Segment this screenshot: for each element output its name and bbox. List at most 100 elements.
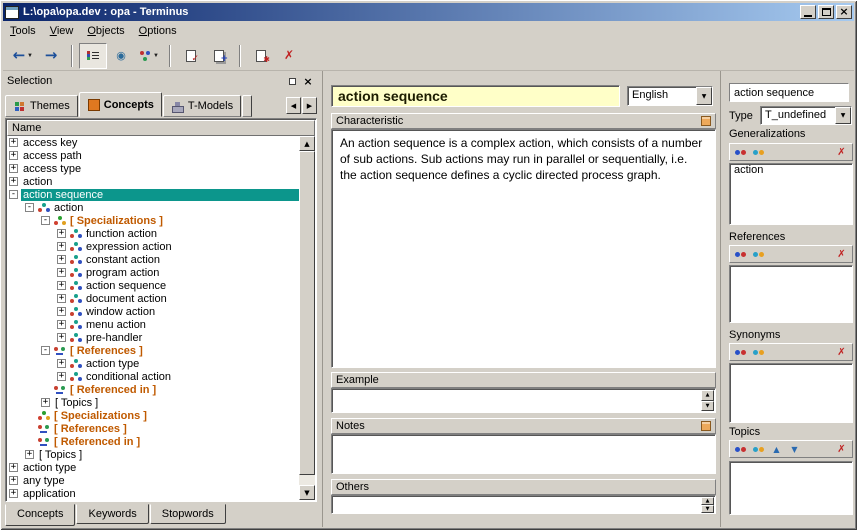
chevron-down-icon[interactable] bbox=[152, 53, 160, 59]
scroll-down-icon[interactable] bbox=[701, 401, 714, 412]
expand-plus-icon[interactable]: + bbox=[9, 164, 18, 173]
expand-minus-icon[interactable]: - bbox=[9, 190, 18, 199]
bottom-tab-stopwords[interactable]: Stopwords bbox=[150, 504, 226, 524]
tree-row[interactable]: +window action bbox=[7, 305, 299, 318]
tree-row[interactable]: -action bbox=[7, 201, 299, 214]
close-panel-icon[interactable] bbox=[301, 75, 315, 88]
expand-plus-icon[interactable]: + bbox=[57, 333, 66, 342]
chevron-down-icon[interactable] bbox=[696, 87, 712, 105]
note-icon[interactable] bbox=[701, 116, 711, 126]
tree-row[interactable]: [ Referenced in ] bbox=[7, 435, 299, 448]
expand-plus-icon[interactable]: + bbox=[57, 281, 66, 290]
expand-plus-icon[interactable]: + bbox=[9, 489, 18, 498]
tree-row[interactable]: +document action bbox=[7, 292, 299, 305]
delete-button[interactable] bbox=[833, 145, 850, 159]
tab-t-models[interactable]: T-Models bbox=[163, 95, 241, 117]
new-button[interactable] bbox=[750, 442, 767, 456]
tree-row[interactable]: +action type bbox=[7, 461, 299, 474]
expand-plus-icon[interactable]: + bbox=[25, 450, 34, 459]
bottom-tab-concepts[interactable]: Concepts bbox=[5, 504, 75, 526]
detail-section-list[interactable] bbox=[729, 265, 853, 323]
maximize-button[interactable] bbox=[818, 5, 834, 19]
section-text[interactable] bbox=[331, 388, 716, 413]
delete-button[interactable] bbox=[833, 247, 850, 261]
section-text[interactable] bbox=[331, 495, 716, 514]
concept-net-button[interactable] bbox=[107, 43, 135, 69]
tab-concepts[interactable]: Concepts bbox=[79, 92, 162, 117]
delete-button[interactable] bbox=[833, 442, 850, 456]
expand-plus-icon[interactable]: + bbox=[57, 372, 66, 381]
tree-column-header[interactable]: Name bbox=[7, 120, 315, 136]
type-select[interactable]: T_undefined bbox=[760, 106, 852, 125]
expand-plus-icon[interactable]: + bbox=[9, 177, 18, 186]
new-button[interactable] bbox=[750, 345, 767, 359]
link-button[interactable] bbox=[732, 345, 749, 359]
tree-row[interactable]: -[ References ] bbox=[7, 344, 299, 357]
delete-button[interactable] bbox=[833, 345, 850, 359]
scrollbar-thumb[interactable] bbox=[299, 151, 315, 475]
link-button[interactable] bbox=[732, 247, 749, 261]
tree-row[interactable]: [ Referenced in ] bbox=[7, 383, 299, 396]
document-search-button[interactable] bbox=[247, 43, 275, 69]
expand-minus-icon[interactable]: - bbox=[25, 203, 34, 212]
tree-row[interactable]: +pre-handler bbox=[7, 331, 299, 344]
expand-plus-icon[interactable]: + bbox=[9, 138, 18, 147]
chevron-down-icon[interactable] bbox=[835, 107, 851, 124]
move-up-button[interactable] bbox=[768, 442, 785, 456]
tree-row[interactable]: -[ Specializations ] bbox=[7, 214, 299, 227]
tab-scroll-right-button[interactable] bbox=[302, 97, 317, 114]
link-button[interactable] bbox=[732, 145, 749, 159]
expand-plus-icon[interactable]: + bbox=[57, 294, 66, 303]
expand-plus-icon[interactable]: + bbox=[9, 463, 18, 472]
expand-plus-icon[interactable]: + bbox=[57, 242, 66, 251]
tab-scroll-left-button[interactable] bbox=[286, 97, 301, 114]
scroll-up-icon[interactable] bbox=[701, 497, 714, 505]
tree-row[interactable]: +menu action bbox=[7, 318, 299, 331]
language-select[interactable]: English bbox=[627, 86, 713, 106]
tree-row[interactable]: +application bbox=[7, 487, 299, 500]
tree-row[interactable]: +[ Topics ] bbox=[7, 448, 299, 461]
menu-tools[interactable]: Tools bbox=[3, 23, 43, 39]
list-item[interactable]: action bbox=[730, 164, 852, 177]
tree-row[interactable]: +any type bbox=[7, 474, 299, 487]
tree-row[interactable]: +access path bbox=[7, 149, 299, 162]
tree-row[interactable]: +expression action bbox=[7, 240, 299, 253]
tree-row[interactable]: -action sequence bbox=[7, 188, 299, 201]
link-button[interactable] bbox=[732, 442, 749, 456]
detail-section-list[interactable] bbox=[729, 363, 853, 423]
expand-plus-icon[interactable]: + bbox=[9, 476, 18, 485]
menu-options[interactable]: Options bbox=[132, 23, 184, 39]
dock-pin-icon[interactable] bbox=[285, 75, 299, 88]
menu-objects[interactable]: Objects bbox=[80, 23, 131, 39]
detail-section-list[interactable]: action bbox=[729, 163, 853, 225]
new-button[interactable] bbox=[750, 145, 767, 159]
menu-view[interactable]: View bbox=[43, 23, 81, 39]
tree-row[interactable]: [ Specializations ] bbox=[7, 409, 299, 422]
tree-row[interactable]: +program action bbox=[7, 266, 299, 279]
expand-minus-icon[interactable]: - bbox=[41, 216, 50, 225]
expand-plus-icon[interactable]: + bbox=[57, 307, 66, 316]
expand-plus-icon[interactable]: + bbox=[9, 151, 18, 160]
term-input[interactable] bbox=[729, 83, 849, 102]
term-display[interactable]: action sequence bbox=[331, 85, 620, 107]
close-button[interactable] bbox=[836, 5, 852, 19]
tab-themes[interactable]: Themes bbox=[5, 95, 78, 117]
expand-plus-icon[interactable]: + bbox=[57, 268, 66, 277]
tree-row[interactable]: +[ Topics ] bbox=[7, 396, 299, 409]
tree-view-button[interactable] bbox=[79, 43, 107, 69]
chevron-down-icon[interactable] bbox=[26, 53, 34, 59]
view-mode-button[interactable] bbox=[135, 43, 163, 69]
scroll-down-icon[interactable] bbox=[701, 505, 714, 513]
tree-row[interactable]: +access key bbox=[7, 136, 299, 149]
cancel-button[interactable] bbox=[275, 43, 303, 69]
tree-row[interactable]: +action sequence bbox=[7, 279, 299, 292]
expand-plus-icon[interactable]: + bbox=[57, 359, 66, 368]
tree-row[interactable]: +action bbox=[7, 175, 299, 188]
scroll-up-icon[interactable] bbox=[299, 136, 315, 151]
document-check-button[interactable] bbox=[177, 43, 205, 69]
scroll-up-icon[interactable] bbox=[701, 390, 714, 401]
tree-row[interactable]: [ References ] bbox=[7, 422, 299, 435]
tree-row[interactable]: +action type bbox=[7, 357, 299, 370]
move-down-button[interactable] bbox=[786, 442, 803, 456]
expand-plus-icon[interactable]: + bbox=[57, 229, 66, 238]
